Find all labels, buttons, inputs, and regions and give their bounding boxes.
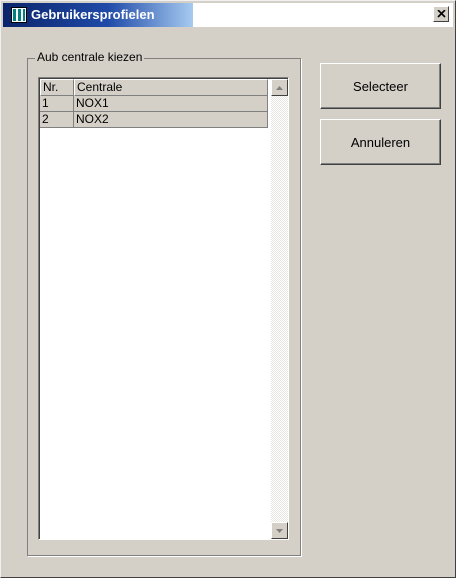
title-bar[interactable]: Gebruikersprofielen — [3, 3, 453, 27]
vertical-scrollbar[interactable] — [271, 79, 288, 539]
table-row[interactable]: 1 NOX1 — [40, 96, 268, 112]
centrale-list[interactable]: Nr. Centrale 1 NOX1 2 NOX2 — [38, 77, 289, 540]
group-box-label: Aub centrale kiezen — [35, 50, 145, 64]
column-header-nr[interactable]: Nr. — [40, 79, 74, 96]
list-header: Nr. Centrale — [40, 79, 268, 96]
window-title: Gebruikersprofielen — [31, 7, 155, 22]
row-cell-centrale: NOX2 — [74, 112, 268, 128]
scroll-down-button[interactable] — [271, 522, 288, 539]
row-cell-centrale: NOX1 — [74, 96, 268, 112]
title-bar-gradient: Gebruikersprofielen — [3, 3, 193, 27]
select-button[interactable]: Selecteer — [320, 63, 441, 109]
row-cell-nr: 1 — [40, 96, 74, 112]
app-icon — [11, 7, 27, 23]
arrow-up-icon — [276, 85, 283, 90]
column-header-centrale[interactable]: Centrale — [74, 79, 268, 96]
close-button[interactable] — [433, 6, 449, 22]
close-icon — [436, 10, 446, 18]
arrow-down-icon — [276, 528, 283, 533]
row-cell-nr: 2 — [40, 112, 74, 128]
table-row[interactable]: 2 NOX2 — [40, 112, 268, 128]
cancel-button[interactable]: Annuleren — [320, 119, 441, 165]
scroll-up-button[interactable] — [271, 79, 288, 96]
dialog-window: Gebruikersprofielen Aub centrale kiezen … — [0, 0, 456, 578]
